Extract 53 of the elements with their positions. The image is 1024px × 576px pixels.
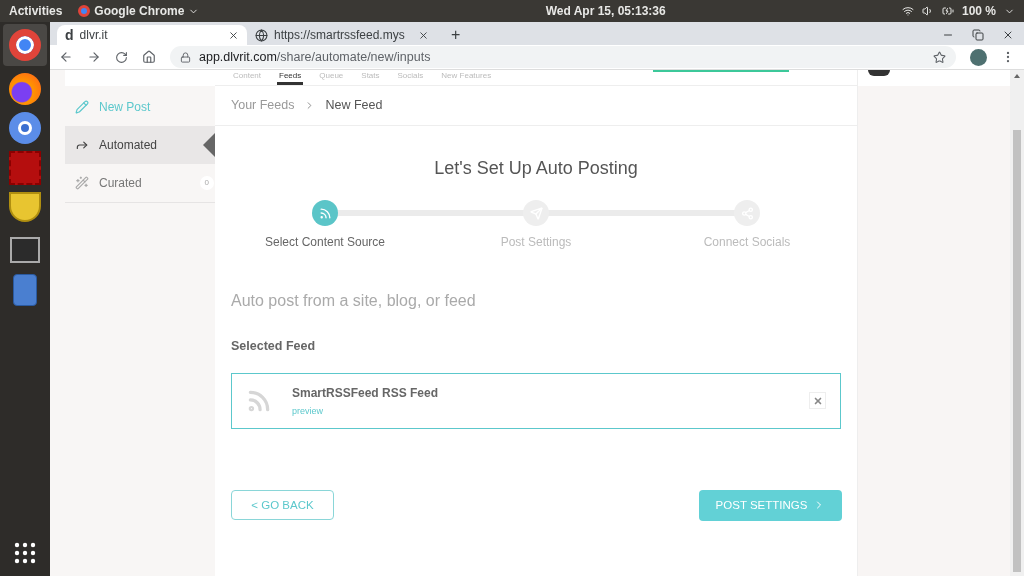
battery-level: 100 % xyxy=(961,3,996,20)
tab-title: https://smartrssfeed.mys xyxy=(274,27,406,44)
forward-icon[interactable] xyxy=(87,50,101,64)
chrome-icon[interactable] xyxy=(3,24,47,66)
battery-icon[interactable] xyxy=(941,5,954,17)
step-label: Connect Socials xyxy=(703,234,791,251)
profile-avatar[interactable] xyxy=(970,48,987,66)
back-icon[interactable] xyxy=(59,50,73,64)
close-tab-icon[interactable] xyxy=(228,29,239,41)
clock[interactable]: Wed Apr 15, 05:13:36 xyxy=(545,2,666,20)
app-grid-icon[interactable] xyxy=(14,542,36,564)
terminal-icon[interactable] xyxy=(10,237,40,263)
forward-arrow-icon xyxy=(75,138,89,152)
page-heading: Let's Set Up Auto Posting xyxy=(433,157,639,180)
wifi-icon[interactable] xyxy=(901,5,914,17)
breadcrumb-item: New Feed xyxy=(325,97,383,115)
volume-icon[interactable] xyxy=(921,5,934,17)
activities-button[interactable]: Activities xyxy=(9,2,63,20)
close-window-icon[interactable] xyxy=(1002,29,1014,41)
browser-tab[interactable]: d dlvr.it xyxy=(57,25,247,45)
step-label: Select Content Source xyxy=(264,234,386,251)
sidebar-item[interactable]: Automated xyxy=(65,126,215,164)
pencil-icon xyxy=(75,100,89,114)
close-tab-icon[interactable] xyxy=(418,29,429,41)
url-text: app.dlvrit.com/share/automate/new/inputs xyxy=(199,48,432,66)
bookmark-star-icon[interactable] xyxy=(933,50,946,64)
sidebar-item[interactable]: Curated 0 xyxy=(65,164,215,202)
scroll-up-icon[interactable] xyxy=(1014,74,1020,78)
app-menu[interactable]: Google Chrome xyxy=(78,2,200,20)
lock-icon[interactable] xyxy=(180,51,191,63)
section-subtitle: Auto post from a site, blog, or feed xyxy=(231,291,477,311)
section-title: Selected Feed xyxy=(231,338,317,355)
home-icon[interactable] xyxy=(142,50,156,64)
globe-icon xyxy=(255,28,268,42)
address-bar[interactable]: app.dlvrit.com/share/automate/new/inputs xyxy=(170,46,956,68)
chromium-icon[interactable] xyxy=(9,112,41,144)
close-icon xyxy=(812,395,823,406)
tab-title: dlvr.it xyxy=(79,27,109,44)
restore-icon[interactable] xyxy=(972,29,984,41)
breadcrumb-item[interactable]: Your Feeds xyxy=(231,96,295,115)
magic-wand-icon xyxy=(75,176,89,190)
firefox-icon[interactable] xyxy=(9,73,41,105)
avatar-icon xyxy=(868,70,890,76)
step-label: Post Settings xyxy=(500,234,572,251)
favicon: d xyxy=(65,25,74,45)
remove-feed-button[interactable] xyxy=(809,392,826,410)
reload-icon[interactable] xyxy=(115,50,128,64)
feed-name: SmartRSSFeed RSS Feed xyxy=(292,384,440,402)
scrollbar-thumb[interactable] xyxy=(1013,130,1021,572)
new-tab-button[interactable]: + xyxy=(441,25,471,45)
count-badge: 0 xyxy=(199,176,214,190)
browser-tab[interactable]: https://smartrssfeed.mys xyxy=(247,25,437,45)
page-nav-tab[interactable]: Feeds xyxy=(277,70,304,85)
